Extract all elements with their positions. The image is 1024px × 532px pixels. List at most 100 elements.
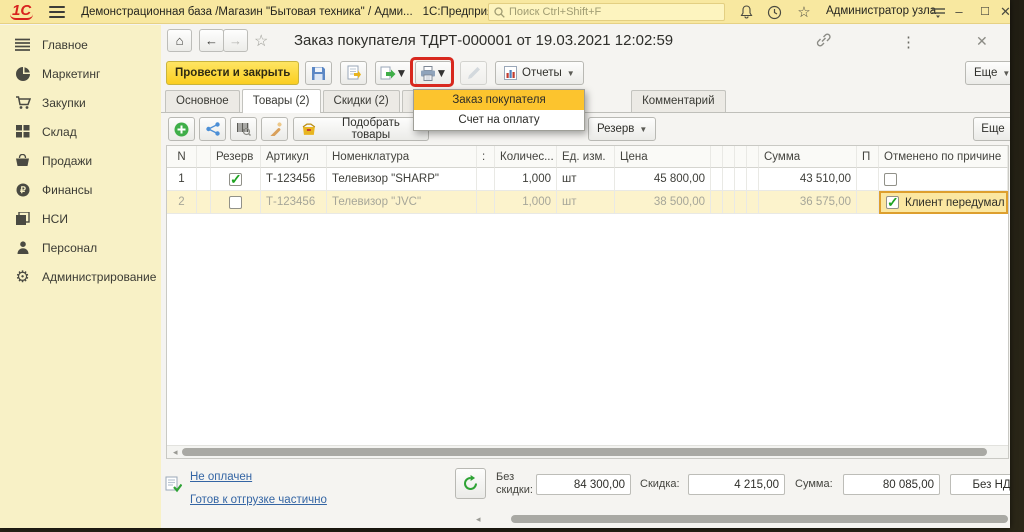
search-input[interactable]: Поиск Ctrl+Shift+F [488, 3, 725, 21]
cell-narrow[interactable] [711, 191, 723, 214]
cell-reserve[interactable] [211, 191, 261, 214]
col-header-blank[interactable] [197, 146, 211, 168]
print-button[interactable]: ▼ [415, 61, 452, 85]
tab-discounts[interactable]: Скидки (2) [323, 90, 400, 112]
cell-sum[interactable]: 36 575,00 [759, 191, 857, 214]
cell-qty[interactable]: 1,000 [495, 168, 557, 191]
form-more-button[interactable]: Еще ▼ [965, 61, 1010, 85]
col-header-cancelled[interactable]: Отменено по причине [879, 146, 1008, 168]
magic-wand-button[interactable] [261, 117, 288, 141]
col-header-narrow[interactable] [747, 146, 759, 168]
history-icon[interactable] [764, 3, 784, 21]
cancelled-checkbox[interactable] [884, 173, 897, 186]
cancelled-checkbox[interactable] [886, 196, 899, 209]
tab-comment[interactable]: Комментарий [631, 90, 725, 112]
cell-narrow[interactable] [723, 168, 735, 191]
col-header-price[interactable]: Цена [615, 146, 711, 168]
menu-item-customer-order[interactable]: Заказ покупателя [414, 90, 584, 110]
cell-name[interactable]: Телевизор "SHARP" [327, 168, 477, 191]
favorite-star-icon[interactable]: ☆ [254, 31, 268, 51]
cell-narrow[interactable] [735, 191, 747, 214]
cell-sum[interactable]: 43 510,00 [759, 168, 857, 191]
cell-article[interactable]: Т-123456 [261, 168, 327, 191]
goods-more-button[interactable]: Еще [973, 117, 1010, 141]
col-header-unit[interactable]: Ед. изм. [557, 146, 615, 168]
cell-cancelled[interactable] [879, 168, 1008, 191]
tab-main[interactable]: Основное [165, 90, 240, 112]
form-horizontal-scrollbar[interactable]: ◂ [470, 514, 1008, 524]
vat-field[interactable]: Без НДС [950, 474, 1010, 495]
table-horizontal-scrollbar[interactable]: ◂ [167, 445, 1008, 458]
home-button[interactable]: ⌂ [167, 29, 192, 52]
cell-reserve[interactable] [211, 168, 261, 191]
edit-button[interactable] [460, 61, 487, 85]
scrollbar-thumb[interactable] [511, 515, 1008, 523]
reports-button[interactable]: Отчеты ▼ [495, 61, 584, 85]
link-icon[interactable] [816, 33, 831, 50]
col-header-n[interactable]: N [167, 146, 197, 168]
cell-narrow[interactable] [747, 191, 759, 214]
hamburger-icon[interactable] [49, 3, 65, 21]
sidebar-item-finance[interactable]: ₽ Финансы [0, 175, 161, 204]
cell-qty[interactable]: 1,000 [495, 191, 557, 214]
no-discount-field[interactable]: 84 300,00 [536, 474, 631, 495]
payment-status-link[interactable]: Не оплачен [190, 471, 252, 483]
col-header-char[interactable]: : [477, 146, 495, 168]
sidebar-item-purchases[interactable]: Закупки [0, 88, 161, 117]
scrollbar-thumb[interactable] [182, 448, 987, 456]
refresh-button[interactable] [455, 468, 486, 499]
col-header-narrow[interactable] [711, 146, 723, 168]
scroll-left-arrow-icon[interactable]: ◂ [476, 514, 481, 525]
reserve-checkbox[interactable] [229, 196, 242, 209]
sidebar-item-nsi[interactable]: НСИ [0, 204, 161, 233]
save-button[interactable] [305, 61, 332, 85]
maximize-button[interactable]: ☐ [974, 2, 996, 22]
cell-blank[interactable] [197, 168, 211, 191]
panel-settings-icon[interactable] [928, 3, 948, 21]
cell-unit[interactable]: шт [557, 191, 615, 214]
form-close-icon[interactable]: ✕ [976, 33, 988, 50]
post-and-close-button[interactable]: Провести и закрыть [166, 61, 299, 85]
reserve-button[interactable]: Резерв ▼ [588, 117, 656, 141]
col-header-qty[interactable]: Количес... [495, 146, 557, 168]
forward-button[interactable]: → [223, 29, 248, 52]
minimize-button[interactable]: – [948, 2, 970, 22]
cell-p[interactable] [857, 168, 879, 191]
sidebar-item-administration[interactable]: ⚙ Администрирование [0, 262, 161, 291]
window-close-button[interactable]: ✕ [1000, 2, 1010, 22]
favorites-star-icon[interactable]: ☆ [794, 3, 814, 21]
post-document-button[interactable] [340, 61, 367, 85]
cell-blank[interactable] [197, 191, 211, 214]
cell-price[interactable]: 45 800,00 [615, 168, 711, 191]
notifications-bell-icon[interactable] [736, 3, 756, 21]
col-header-reserve[interactable]: Резерв [211, 146, 261, 168]
sidebar-item-warehouse[interactable]: Склад [0, 117, 161, 146]
cell-char[interactable] [477, 168, 495, 191]
tab-goods[interactable]: Товары (2) [242, 89, 321, 113]
cell-unit[interactable]: шт [557, 168, 615, 191]
pick-goods-button[interactable]: Подобрать товары [293, 117, 429, 141]
col-header-narrow[interactable] [723, 146, 735, 168]
col-header-narrow[interactable] [735, 146, 747, 168]
sidebar-item-marketing[interactable]: Маркетинг [0, 59, 161, 88]
col-header-article[interactable]: Артикул [261, 146, 327, 168]
shipping-status-link[interactable]: Готов к отгрузке частично [190, 494, 327, 506]
cell-cancelled-selected[interactable]: Клиент передумал [879, 191, 1008, 214]
col-header-sum[interactable]: Сумма [759, 146, 857, 168]
kebab-menu-icon[interactable]: ⋮ [901, 33, 916, 51]
cell-narrow[interactable] [711, 168, 723, 191]
barcode-button[interactable] [230, 117, 257, 141]
cell-n[interactable]: 1 [167, 168, 197, 191]
cell-char[interactable] [477, 191, 495, 214]
add-row-button[interactable] [168, 117, 195, 141]
scroll-left-arrow-icon[interactable]: ◂ [173, 447, 178, 458]
cell-narrow[interactable] [747, 168, 759, 191]
total-field[interactable]: 80 085,00 [843, 474, 940, 495]
cell-name[interactable]: Телевизор "JVC" [327, 191, 477, 214]
current-user[interactable]: Администратор узла [826, 5, 936, 17]
reserve-checkbox[interactable] [229, 173, 242, 186]
sidebar-item-main[interactable]: Главное [0, 30, 161, 59]
col-header-nomenclature[interactable]: Номенклатура [327, 146, 477, 168]
back-button[interactable]: ← [199, 29, 224, 52]
menu-item-invoice[interactable]: Счет на оплату [414, 110, 584, 130]
